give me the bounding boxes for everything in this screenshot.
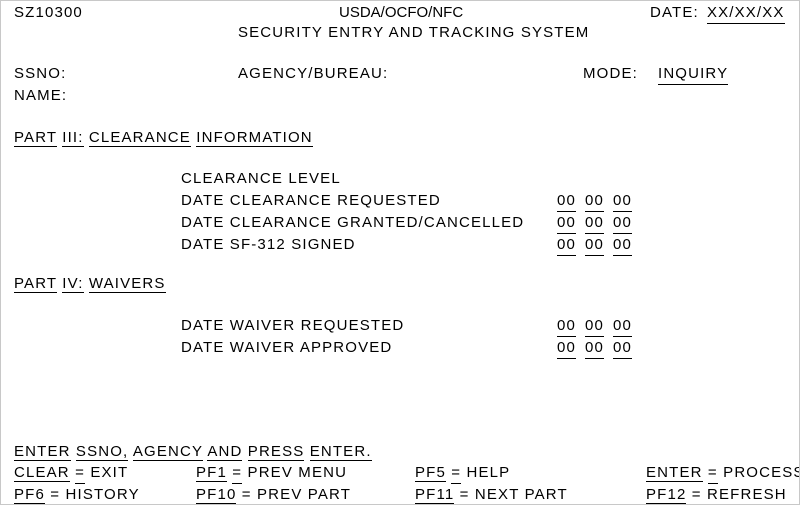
date-segment-mm[interactable]: 00 — [557, 338, 576, 359]
underlined-token: AND — [207, 443, 243, 461]
date-segment-dd[interactable]: 00 — [585, 191, 604, 212]
underlined-token: WAIVERS — [88, 275, 166, 293]
pfkey-equals: = — [242, 485, 252, 504]
date-segment-yy[interactable]: 00 — [613, 213, 632, 234]
pfkey-equals: = — [460, 485, 470, 504]
underlined-token: III: — [62, 129, 84, 147]
date-segment-mm[interactable]: 00 — [557, 316, 576, 337]
pfkey-pf10-prev-part[interactable]: PF10 = PREV PART — [196, 485, 352, 504]
ssno-label: SSNO: — [14, 65, 67, 82]
underlined-token: IV: — [62, 275, 84, 293]
clearance-level-label: CLEARANCE LEVEL — [181, 170, 341, 187]
pfkey-name: PF10 — [196, 486, 237, 504]
date-segment-gap — [604, 191, 613, 211]
token-gap — [242, 443, 247, 460]
date-segment-gap — [576, 191, 585, 211]
pfkey-equals: = — [232, 463, 243, 484]
pfkey-name: PF11 — [415, 486, 455, 504]
date-label: DATE: — [650, 4, 699, 21]
pfkey-action: NEXT PART — [474, 486, 568, 503]
date-clearance-requested-label: DATE CLEARANCE REQUESTED — [181, 192, 441, 209]
date-segment-dd[interactable]: 00 — [585, 213, 604, 234]
token-gap — [304, 443, 309, 460]
date-waiver-requested-label: DATE WAIVER REQUESTED — [181, 317, 405, 334]
pfkey-pf11-next-part[interactable]: PF11 = NEXT PART — [415, 485, 568, 504]
underlined-token: PART — [14, 275, 57, 293]
pfkey-equals: = — [75, 463, 86, 484]
date-clearance-requested-field[interactable]: 00 00 00 — [557, 191, 632, 212]
pfkey-name: PF1 — [196, 464, 227, 482]
pfkey-pf12-refresh[interactable]: PF12 = REFRESH — [646, 485, 787, 504]
part-four-heading: PART IV: WAIVERS — [14, 274, 166, 294]
underlined-token: CLEARANCE — [88, 129, 191, 147]
mode-label: MODE: — [583, 65, 638, 82]
pfkey-name: PF6 — [14, 486, 45, 504]
date-segment-yy[interactable]: 00 — [613, 338, 632, 359]
pfkey-action: PROCESS — [723, 464, 800, 481]
date-segment-dd[interactable]: 00 — [585, 235, 604, 256]
date-waiver-approved-label: DATE WAIVER APPROVED — [181, 339, 393, 356]
organization-label: USDA/OCFO/NFC — [339, 4, 464, 21]
underlined-token: ENTER — [14, 443, 71, 461]
pfkey-enter-process[interactable]: ENTER = PROCESS — [646, 463, 800, 484]
date-segment-gap — [576, 213, 585, 233]
pfkey-action: HELP — [466, 464, 511, 481]
date-segment-mm[interactable]: 00 — [557, 235, 576, 256]
mode-value-field[interactable]: INQUIRY — [658, 64, 729, 85]
pfkey-equals: = — [692, 485, 702, 504]
pfkey-pf6-history[interactable]: PF6 = HISTORY — [14, 485, 140, 504]
date-segment-mm[interactable]: 00 — [557, 213, 576, 234]
date-waiver-requested-field[interactable]: 00 00 00 — [557, 316, 632, 337]
date-clearance-granted-field[interactable]: 00 00 00 — [557, 213, 632, 234]
pfkey-clear-exit[interactable]: CLEAR = EXIT — [14, 463, 128, 484]
date-segment-mm[interactable]: 00 — [557, 191, 576, 212]
pfkey-action: HISTORY — [65, 486, 140, 503]
date-segment-gap — [604, 316, 613, 336]
date-segment-yy[interactable]: 00 — [613, 191, 632, 212]
pfkey-action: PREV PART — [257, 486, 352, 503]
date-segment-yy[interactable]: 00 — [613, 235, 632, 256]
pfkey-equals: = — [707, 463, 718, 484]
pfkey-pf5-help[interactable]: PF5 = HELP — [415, 463, 510, 484]
pfkey-name: PF5 — [415, 464, 446, 482]
date-segment-dd[interactable]: 00 — [585, 338, 604, 359]
date-segment-gap — [604, 213, 613, 233]
date-waiver-approved-field[interactable]: 00 00 00 — [557, 338, 632, 359]
date-value-field[interactable]: XX/XX/XX — [707, 3, 785, 24]
underlined-token: INFORMATION — [196, 129, 313, 147]
underlined-token: AGENCY — [132, 443, 203, 461]
terminal-screen: SZ10300 USDA/OCFO/NFC DATE: XX/XX/XX SEC… — [0, 0, 800, 505]
screen-id: SZ10300 — [14, 4, 83, 21]
date-sf312-signed-field[interactable]: 00 00 00 — [557, 235, 632, 256]
date-sf312-signed-label: DATE SF-312 SIGNED — [181, 236, 356, 253]
agency-bureau-label: AGENCY/BUREAU: — [238, 65, 389, 82]
underlined-token: SSNO, — [75, 443, 129, 461]
system-title: SECURITY ENTRY AND TRACKING SYSTEM — [238, 24, 590, 41]
pfkey-action: PREV MENU — [247, 464, 348, 481]
name-label: NAME: — [14, 87, 68, 104]
date-segment-gap — [604, 338, 613, 358]
date-segment-dd[interactable]: 00 — [585, 316, 604, 337]
date-segment-gap — [576, 235, 585, 255]
date-segment-gap — [604, 235, 613, 255]
underlined-token: ENTER. — [309, 443, 372, 461]
pfkey-name: CLEAR — [14, 464, 70, 482]
footer-instruction: ENTER SSNO, AGENCY AND PRESS ENTER. — [14, 442, 372, 462]
pfkey-name: ENTER — [646, 464, 703, 482]
pfkey-action: EXIT — [90, 464, 129, 481]
date-segment-yy[interactable]: 00 — [613, 316, 632, 337]
pfkey-name: PF12 — [646, 486, 687, 504]
underlined-token: PRESS — [247, 443, 305, 461]
part-three-heading: PART III: CLEARANCE INFORMATION — [14, 128, 313, 148]
pfkey-pf1-prev-menu[interactable]: PF1 = PREV MENU — [196, 463, 347, 484]
date-segment-gap — [576, 338, 585, 358]
pfkey-equals: = — [451, 463, 462, 484]
underlined-token: PART — [14, 129, 57, 147]
pfkey-equals: = — [50, 485, 60, 504]
pfkey-action: REFRESH — [707, 486, 787, 503]
date-segment-gap — [576, 316, 585, 336]
date-clearance-granted-label: DATE CLEARANCE GRANTED/CANCELLED — [181, 214, 525, 231]
